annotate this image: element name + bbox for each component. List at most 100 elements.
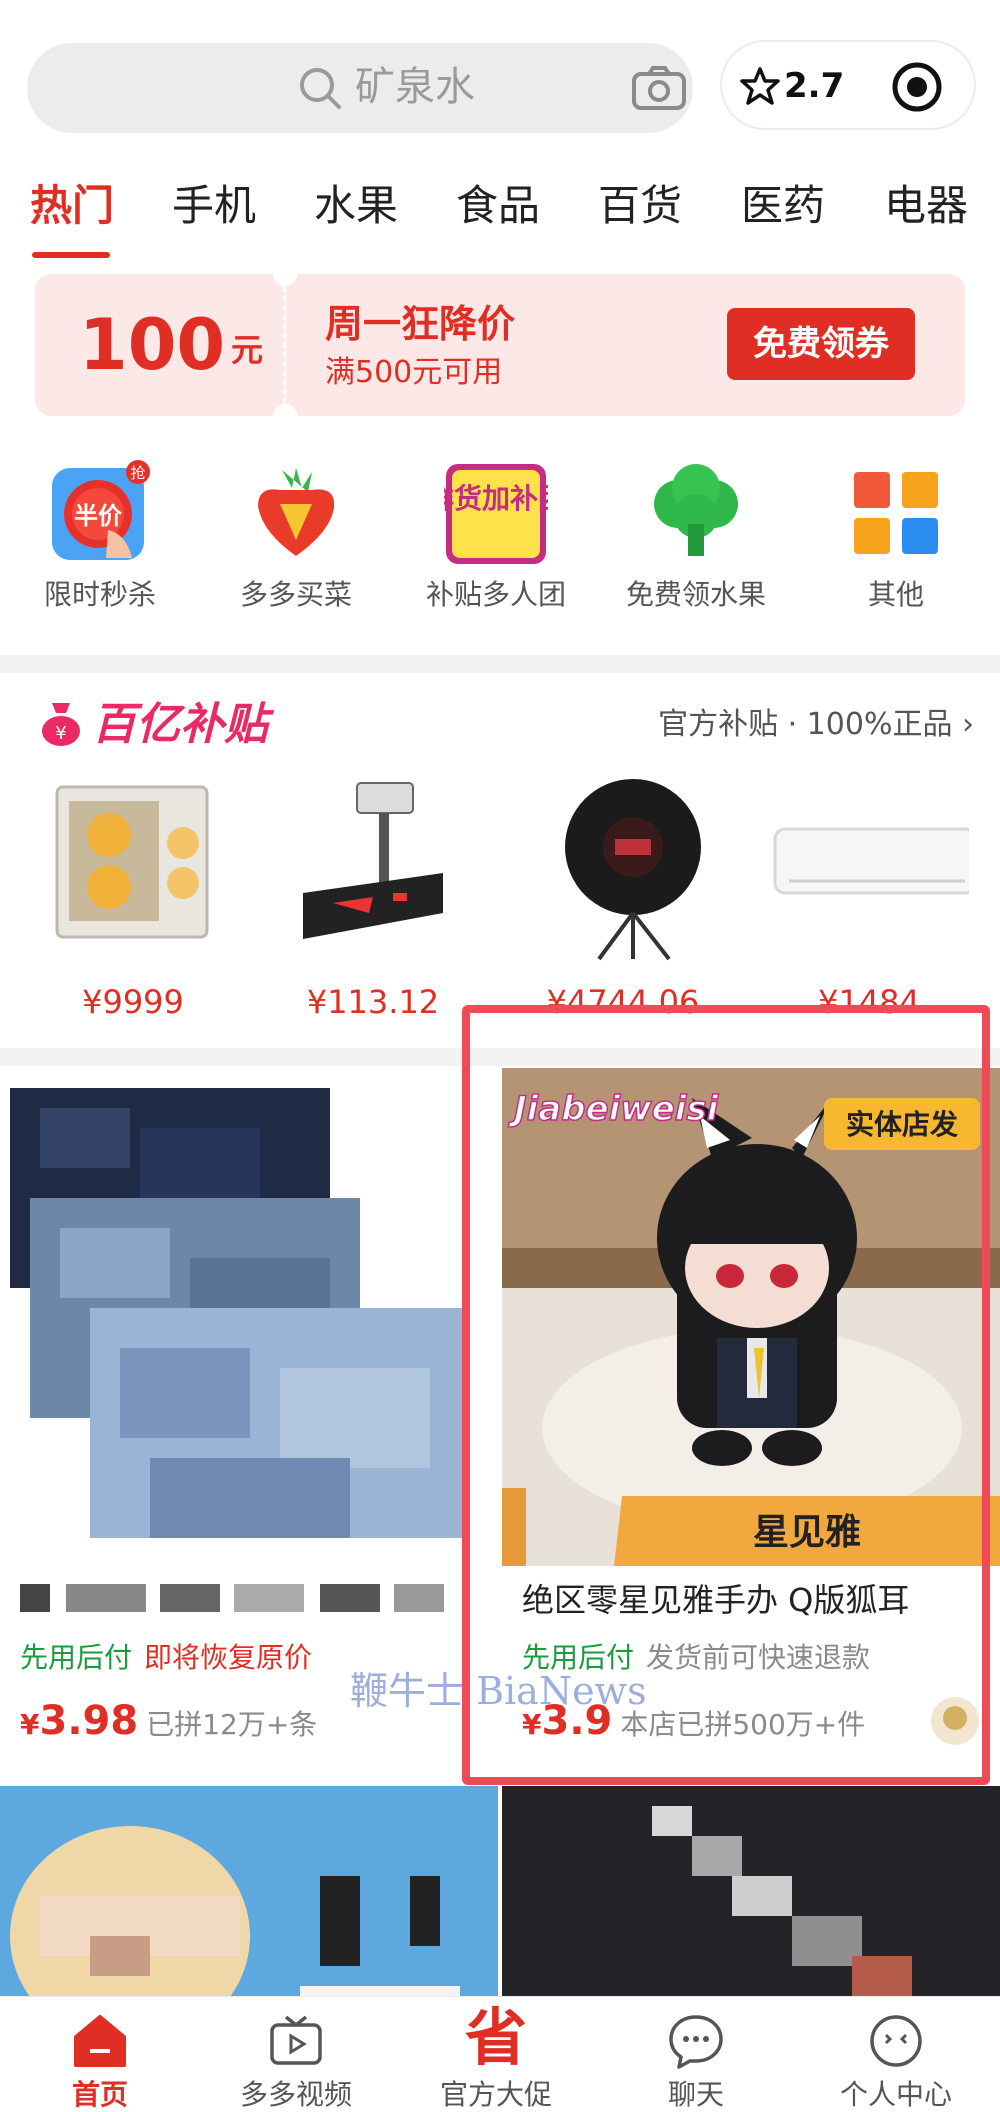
coupon-notch — [273, 262, 297, 286]
promo-icon: 省 — [464, 2001, 527, 2074]
coupon-unit: 元 — [231, 331, 264, 369]
nav-home[interactable]: 首页 — [0, 1997, 200, 2112]
claim-coupon-button[interactable]: 免费领券 — [727, 308, 915, 380]
currency-symbol: ¥ — [20, 1708, 40, 1741]
product-tags: 先用后付 即将恢复原价 — [20, 1638, 312, 1678]
grid-icon — [854, 472, 938, 554]
product-price: 3.98 — [39, 1698, 139, 1744]
refund-tag: 发货前可快速退款 — [646, 1641, 871, 1674]
pay-later-tag: 先用后付 — [20, 1641, 133, 1674]
buyer-avatar-icon — [931, 1697, 979, 1745]
quick-label: 补贴多人团 — [425, 578, 566, 611]
product-title-blurred — [20, 1578, 490, 1629]
chat-icon — [669, 2015, 723, 2069]
flash-sale-badge: 抢 — [130, 464, 145, 482]
mini-program-capsule: 2.7 — [720, 40, 976, 130]
nav-promo[interactable]: 省 官方大促 — [396, 1997, 596, 2112]
nav-label: 官方大促 — [439, 2078, 552, 2111]
product-image-blurred — [0, 1068, 498, 1566]
tab-appliance[interactable]: 电器 — [884, 170, 968, 242]
image-caption-text: 星见雅 — [753, 1512, 861, 1553]
quick-group-buy[interactable]: 鲜货加补团 补贴多人团 — [396, 455, 596, 625]
quick-label: 多多买菜 — [239, 578, 352, 611]
section-divider — [0, 655, 1000, 673]
product-title: 绝区零星见雅手办 Q版狐耳 — [522, 1581, 910, 1619]
quick-label: 免费领水果 — [625, 578, 766, 611]
bottom-navigation: 首页 多多视频 省 官方大促 聊天 个人中心 — [0, 1996, 1000, 2112]
blurred-title-icon — [20, 1584, 444, 1612]
subsidy-product[interactable]: ¥113.12 — [258, 763, 488, 1043]
quick-entries: 半价 抢 限时秒杀 多多买菜 鲜货加补团 补贴多人团 免费领水果 — [0, 455, 1000, 625]
product-card-highlighted[interactable]: Jiabeiweisi 实体店发 星见雅 绝区零星见雅手办 Q版狐耳 先用后付发… — [502, 1068, 1000, 1758]
search-bar[interactable]: 矿泉水 — [27, 43, 693, 133]
search-placeholder: 矿泉水 — [355, 64, 475, 110]
air-conditioner-icon — [773, 827, 969, 895]
quick-label: 其他 — [867, 578, 924, 611]
subsidy-price: ¥4744.06 — [546, 983, 700, 1021]
nav-chat[interactable]: 聊天 — [596, 1997, 796, 2112]
coupon-notch — [273, 404, 297, 428]
image-badge-text: 实体店发 — [846, 1108, 958, 1141]
subsidy-price: ¥113.12 — [306, 983, 440, 1021]
scale-icon — [303, 782, 443, 939]
nav-profile[interactable]: 个人中心 — [796, 1997, 996, 2112]
top-bar: 矿泉水 2.7 — [0, 0, 1000, 165]
home-icon — [74, 2015, 126, 2067]
nav-video[interactable]: 多多视频 — [196, 1997, 396, 2112]
subsidy-product[interactable]: ¥9999 — [18, 763, 248, 1043]
svg-text:¥: ¥ — [55, 723, 66, 744]
nav-label: 多多视频 — [239, 2078, 352, 2111]
tab-goods[interactable]: 百货 — [598, 170, 682, 242]
tab-fruit[interactable]: 水果 — [314, 170, 398, 242]
product-card[interactable]: 先用后付 即将恢复原价 ¥3.98 已拼12万+条 — [0, 1068, 498, 1758]
star-icon[interactable] — [740, 66, 780, 106]
watermark: 鞭牛士 BiaNews — [350, 1669, 647, 1713]
category-tabs: 热门 手机 水果 食品 百货 医药 电器 — [0, 170, 1000, 265]
fresh-goods-icon: 鲜货加补团 — [444, 464, 548, 564]
flash-sale-icon-text: 半价 — [74, 502, 123, 530]
product-price-row: ¥3.98 已拼12万+条 — [20, 1698, 317, 1748]
quick-buy-vegetables[interactable]: 多多买菜 — [196, 455, 396, 625]
subsidy-more-link[interactable]: 官方补贴 · 100%正品 › — [658, 703, 974, 747]
quick-other[interactable]: 其他 — [796, 455, 996, 625]
search-icon — [300, 68, 341, 109]
tab-phone[interactable]: 手机 — [172, 170, 256, 242]
image-brand-text: Jiabeiweisi — [508, 1089, 720, 1129]
coupon-divider — [283, 286, 286, 404]
speaker-icon — [565, 779, 701, 961]
quick-free-fruit[interactable]: 免费领水果 — [596, 455, 796, 625]
coupon-subtitle: 满500元可用 — [325, 355, 503, 390]
active-tab-indicator — [32, 252, 110, 258]
subsidy-title: 百亿补贴 — [92, 699, 268, 750]
tab-food[interactable]: 食品 — [456, 170, 540, 242]
subsidy-section: ¥ 百亿补贴 官方补贴 · 100%正品 › ¥9999 ¥113.12 ¥47… — [0, 673, 1000, 1048]
subsidy-product[interactable]: ¥1484 — [754, 763, 984, 1043]
nav-label: 首页 — [71, 2078, 128, 2111]
coupon-banner[interactable]: 100 元 周一狂降价 满500元可用 免费领券 — [35, 262, 965, 428]
sales-count: 本店已拼500万+件 — [620, 1708, 866, 1741]
price-restore-tag: 即将恢复原价 — [144, 1641, 313, 1674]
quick-flash-sale[interactable]: 半价 抢 限时秒杀 — [0, 455, 200, 625]
profile-icon — [870, 2015, 922, 2067]
record-button-icon[interactable] — [890, 60, 944, 114]
tree-icon — [654, 464, 738, 556]
subsidy-price: ¥9999 — [82, 983, 184, 1021]
carrot-icon — [258, 468, 335, 556]
subsidy-product[interactable]: ¥4744.06 — [508, 763, 738, 1043]
product-image-blurred[interactable] — [0, 1786, 498, 1996]
money-bag-icon: ¥ — [42, 703, 80, 746]
coupon-amount: 100 — [79, 304, 226, 386]
flash-sale-icon: 半价 抢 — [52, 460, 150, 560]
subsidy-price: ¥1484 — [818, 983, 920, 1021]
sales-count: 已拼12万+条 — [146, 1708, 318, 1741]
figure-product-image: Jiabeiweisi 实体店发 星见雅 — [502, 1068, 1000, 1566]
product-image-blurred[interactable] — [502, 1786, 1000, 1996]
section-divider — [0, 1048, 1000, 1066]
nav-label: 个人中心 — [839, 2078, 952, 2111]
tab-medicine[interactable]: 医药 — [741, 170, 825, 242]
tv-icon — [270, 2015, 322, 2065]
tab-hot[interactable]: 热门 — [30, 170, 114, 242]
camera-icon[interactable] — [631, 65, 687, 111]
nav-label: 聊天 — [667, 2078, 724, 2111]
coupon-amount-box: 100 元 — [35, 274, 283, 416]
